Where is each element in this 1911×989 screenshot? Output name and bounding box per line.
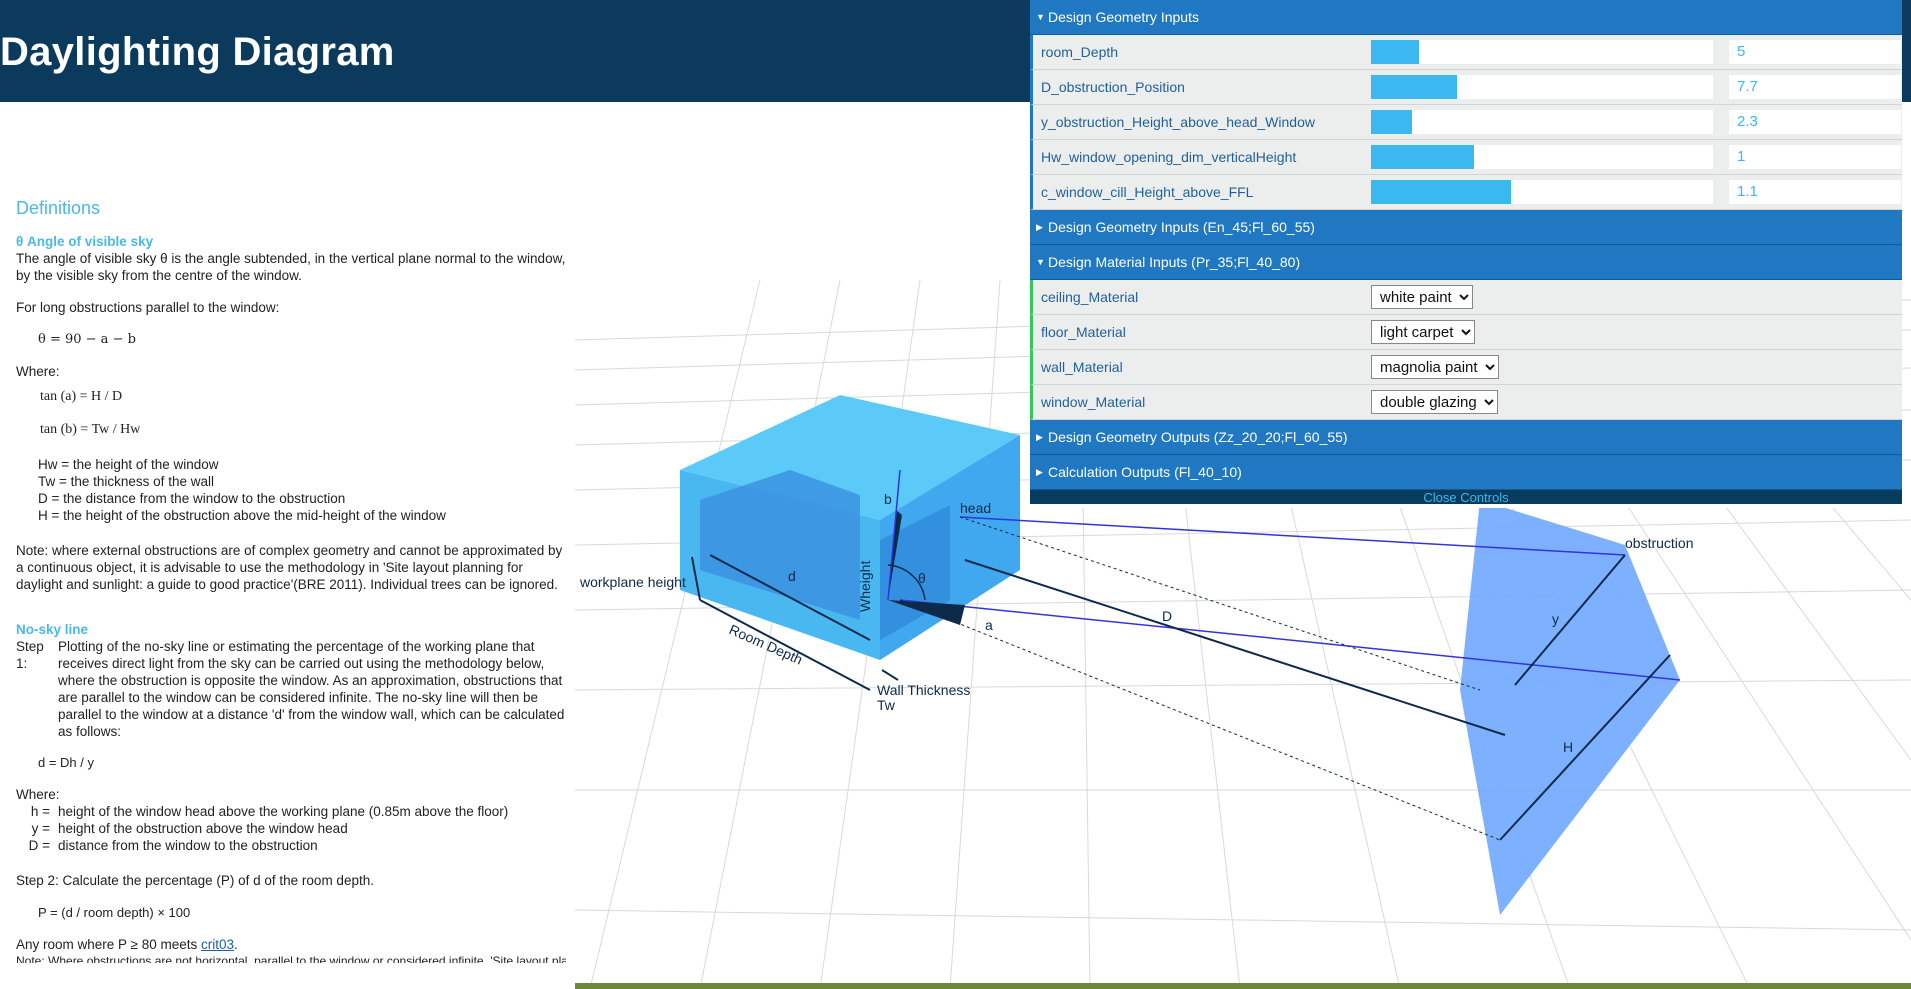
param-slider[interactable] xyxy=(1371,40,1713,64)
material-name: window_Material xyxy=(1041,394,1146,410)
step-1: Step 1: Plotting of the no-sky line or e… xyxy=(16,638,566,740)
chevron-right-icon: ▶ xyxy=(1036,431,1043,442)
label-tw: Tw xyxy=(877,697,896,713)
chevron-right-icon: ▶ xyxy=(1036,221,1043,232)
param-name: room_Depth xyxy=(1041,44,1119,60)
material-select[interactable]: double glazing xyxy=(1371,390,1498,414)
definitions-panel: Definitions θ Angle of visible sky The a… xyxy=(16,198,566,963)
var-hw: Hw = the height of the window xyxy=(38,457,219,472)
geometry-input-row: room_Depth 5 xyxy=(1030,35,1902,70)
label-H: H xyxy=(1563,739,1573,755)
cut-note: Note: Where obstructions are not horizon… xyxy=(16,954,566,963)
param-name: D_obstruction_Position xyxy=(1041,79,1185,95)
where-label: Where: xyxy=(16,364,60,379)
slider-fill xyxy=(1371,40,1419,64)
param-slider[interactable] xyxy=(1371,110,1713,134)
var-d: D = the distance from the window to the … xyxy=(38,491,346,506)
crit03-link[interactable]: crit03 xyxy=(201,937,234,952)
step-1-label: Step 1: xyxy=(16,639,44,671)
chevron-right-icon: ▶ xyxy=(1036,466,1043,477)
material-input-row: wall_Material magnolia paint xyxy=(1030,350,1902,385)
tan-a-equation: tan (a) = H / D xyxy=(40,389,123,404)
geometry-input-rows: room_Depth 5 D_obstruction_Position 7.7 y_ob… xyxy=(1030,35,1902,210)
slider-fill xyxy=(1371,75,1457,99)
nosky-where-label: Where: xyxy=(16,787,60,802)
param-value-input[interactable]: 1 xyxy=(1729,145,1901,169)
geometry-input-row: D_obstruction_Position 7.7 xyxy=(1030,70,1902,105)
material-select[interactable]: magnolia paint xyxy=(1371,355,1499,379)
slider-fill xyxy=(1371,145,1474,169)
param-name: y_obstruction_Height_above_head_Window xyxy=(1041,114,1315,130)
param-name: Hw_window_opening_dim_verticalHeight xyxy=(1041,149,1297,165)
var-tw: Tw = the thickness of the wall xyxy=(38,474,214,489)
angle-description: The angle of visible sky θ is the angle … xyxy=(16,251,566,283)
nosky-vars: h = height of the window head above the w… xyxy=(16,803,566,854)
label-wheight: Wheight xyxy=(857,561,873,612)
nosky-var-D: D = distance from the window to the obstr… xyxy=(28,838,318,853)
room-box[interactable] xyxy=(680,395,1020,660)
chevron-down-icon: ▼ xyxy=(1036,257,1045,267)
folder-design-material-inputs[interactable]: ▼ Design Material Inputs (Pr_35;Fl_40_80… xyxy=(1030,245,1902,280)
param-value-input[interactable]: 7.7 xyxy=(1729,75,1901,99)
chevron-down-icon: ▼ xyxy=(1036,12,1045,22)
geometry-input-row: y_obstruction_Height_above_head_Window 2.… xyxy=(1030,105,1902,140)
no-sky-heading: No-sky line xyxy=(16,622,89,637)
d-formula: d = Dh / y xyxy=(38,755,94,770)
step-1-text: Plotting of the no-sky line or estimatin… xyxy=(58,639,565,739)
theta-equation: θ = 90 − a − b xyxy=(38,332,136,347)
complex-geometry-note: Note: where external obstructions are of… xyxy=(16,543,563,592)
label-d: d xyxy=(788,568,796,584)
long-obstructions-text: For long obstructions parallel to the wi… xyxy=(16,300,280,315)
param-value-input[interactable]: 1.1 xyxy=(1729,180,1901,204)
label-theta: θ xyxy=(918,570,926,586)
criteria-line: Any room where P ≥ 80 meets crit03. xyxy=(16,937,238,952)
material-name: ceiling_Material xyxy=(1041,289,1139,305)
material-select[interactable]: white paint xyxy=(1371,285,1473,309)
variable-list: Hw = the height of the window Tw = the t… xyxy=(16,456,566,524)
label-D: D xyxy=(1162,608,1172,624)
definitions-title: Definitions xyxy=(16,198,101,218)
step-2-text: Step 2: Calculate the percentage (P) of … xyxy=(16,873,374,888)
label-obstruction: obstruction xyxy=(1625,535,1693,551)
close-controls-button[interactable]: Close Controls xyxy=(1030,490,1902,504)
tan-b-equation: tan (b) = Tw / Hw xyxy=(40,422,141,437)
controls-panel[interactable]: ▼ Design Geometry Inputs room_Depth 5 D_ob… xyxy=(1030,0,1902,508)
var-h: H = the height of the obstruction above … xyxy=(38,508,446,523)
param-slider[interactable] xyxy=(1371,75,1713,99)
geometry-input-row: Hw_window_opening_dim_verticalHeight 1 xyxy=(1030,140,1902,175)
label-b: b xyxy=(884,491,892,507)
label-workplane-height: workplane height xyxy=(579,574,686,590)
material-input-rows: ceiling_Material white paint floor_Materia… xyxy=(1030,280,1902,420)
folder-design-geometry-inputs-2[interactable]: ▶ Design Geometry Inputs (En_45;Fl_60_55… xyxy=(1030,210,1902,245)
page-title: Daylighting Diagram xyxy=(0,30,395,74)
material-input-row: window_Material double glazing xyxy=(1030,385,1902,420)
label-a: a xyxy=(985,617,993,633)
folder-calculation-outputs[interactable]: ▶ Calculation Outputs (Fl_40_10) xyxy=(1030,455,1902,490)
param-slider[interactable] xyxy=(1371,180,1713,204)
material-name: wall_Material xyxy=(1041,359,1123,375)
geometry-input-row: c_window_cill_Height_above_FFL 1.1 xyxy=(1030,175,1902,210)
nosky-var-h: h = height of the window head above the w… xyxy=(30,804,509,819)
param-value-input[interactable]: 5 xyxy=(1729,40,1901,64)
obstruction-plane[interactable] xyxy=(1460,500,1680,915)
material-input-row: ceiling_Material white paint xyxy=(1030,280,1902,315)
slider-fill xyxy=(1371,180,1512,204)
param-slider[interactable] xyxy=(1371,145,1713,169)
material-input-row: floor_Material light carpet xyxy=(1030,315,1902,350)
bottom-strip xyxy=(575,983,1911,989)
nosky-var-y: y = height of the obstruction above the w… xyxy=(31,821,348,836)
param-name: c_window_cill_Height_above_FFL xyxy=(1041,184,1254,200)
slider-fill xyxy=(1371,110,1413,134)
p-formula: P = (d / room depth) × 100 xyxy=(38,905,191,920)
angle-heading: θ Angle of visible sky xyxy=(16,234,154,249)
material-select[interactable]: light carpet xyxy=(1371,320,1475,344)
label-wall-thickness: Wall Thickness xyxy=(877,682,970,698)
param-value-input[interactable]: 2.3 xyxy=(1729,110,1901,134)
label-head: head xyxy=(960,500,991,516)
folder-design-geometry-outputs[interactable]: ▶ Design Geometry Outputs (Zz_20_20;Fl_6… xyxy=(1030,420,1902,455)
folder-design-geometry-inputs[interactable]: ▼ Design Geometry Inputs xyxy=(1030,0,1902,35)
label-y: y xyxy=(1552,611,1559,627)
material-name: floor_Material xyxy=(1041,324,1126,340)
